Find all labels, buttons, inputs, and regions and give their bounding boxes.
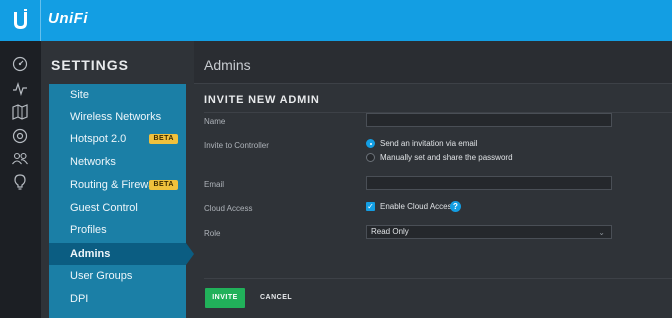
nav-item-profiles[interactable]: Profiles — [49, 219, 186, 241]
brand-logo[interactable]: UniFi — [48, 10, 88, 27]
email-field[interactable] — [366, 176, 612, 190]
nav-item-label: DPI — [70, 293, 89, 305]
statistics-icon[interactable] — [10, 79, 30, 99]
invite-admin-form: INVITE NEW ADMIN Name Invite to Controll… — [194, 84, 672, 318]
nav-item-user-groups[interactable]: User Groups — [49, 265, 186, 287]
nav-item-label: Wireless Networks — [70, 111, 162, 123]
beta-badge: BETA — [149, 134, 178, 144]
unifi-app: UniFi SETTINGS Site Wireless Networks Ho… — [0, 0, 672, 318]
ubiquiti-logo-icon[interactable] — [0, 0, 41, 41]
nav-item-label: Site — [70, 89, 89, 101]
beta-badge: BETA — [149, 180, 178, 190]
cloud-access-checkbox[interactable]: ✓ — [366, 202, 375, 211]
role-value: Read Only — [371, 227, 409, 236]
manual-password-label[interactable]: Manually set and share the password — [380, 153, 513, 162]
nav-item-routing-firewall[interactable]: Routing & Firewall BETA — [49, 174, 186, 196]
manual-password-radio[interactable] — [366, 153, 375, 162]
cloud-access-option[interactable]: Enable Cloud Access — [380, 202, 456, 211]
invite-button[interactable]: INVITE — [205, 288, 245, 308]
nav-item-label: Profiles — [70, 224, 107, 236]
section-title: INVITE NEW ADMIN — [204, 94, 320, 106]
page-title: Admins — [204, 57, 251, 73]
nav-item-wireless-networks[interactable]: Wireless Networks — [49, 106, 186, 128]
invite-email-radio[interactable] — [366, 139, 375, 148]
nav-item-label: Guest Control — [70, 202, 138, 214]
nav-item-admins[interactable]: Admins — [49, 243, 186, 265]
settings-title: SETTINGS — [51, 57, 130, 73]
name-label: Name — [204, 117, 226, 126]
nav-item-label: Hotspot 2.0 — [70, 133, 127, 145]
nav-item-label: Routing & Firewall — [70, 179, 160, 191]
clients-icon[interactable] — [10, 149, 30, 169]
nav-item-site[interactable]: Site — [49, 84, 186, 106]
invite-label: Invite to Controller — [204, 141, 269, 150]
nav-item-dpi[interactable]: DPI — [49, 288, 186, 310]
insights-icon[interactable] — [10, 172, 30, 192]
icon-rail — [0, 41, 41, 318]
nav-item-networks[interactable]: Networks — [49, 151, 186, 173]
role-label: Role — [204, 229, 221, 238]
nav-item-hotspot[interactable]: Hotspot 2.0 BETA — [49, 128, 186, 150]
cancel-button[interactable]: CANCEL — [260, 288, 292, 308]
dashboard-icon[interactable] — [10, 54, 30, 74]
email-label: Email — [204, 180, 225, 189]
help-icon[interactable]: ? — [450, 201, 461, 212]
name-field[interactable] — [366, 113, 612, 127]
devices-icon[interactable] — [10, 126, 30, 146]
top-bar: UniFi — [0, 0, 672, 41]
map-icon[interactable] — [10, 102, 30, 122]
nav-item-label: Networks — [70, 156, 116, 168]
cloud-access-label: Cloud Access — [204, 204, 253, 213]
invite-email-label[interactable]: Send an invitation via email — [380, 139, 477, 148]
nav-item-guest-control[interactable]: Guest Control — [49, 197, 186, 219]
nav-item-label: User Groups — [70, 270, 133, 282]
role-select[interactable]: Read Only ⌄ — [366, 225, 612, 239]
nav-item-label: Admins — [70, 248, 111, 260]
chevron-down-icon: ⌄ — [598, 228, 605, 237]
divider — [204, 278, 672, 279]
active-pointer — [186, 243, 194, 265]
